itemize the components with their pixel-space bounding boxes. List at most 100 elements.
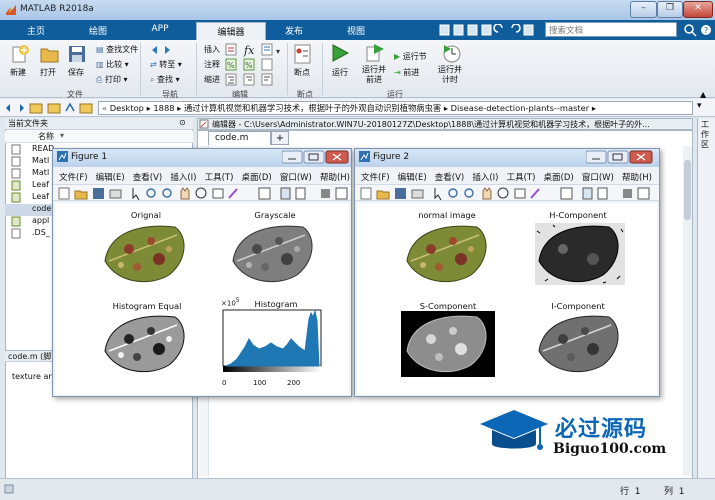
- run-section-button[interactable]: ▶ 运行节: [394, 51, 427, 62]
- run-advance-button[interactable]: [366, 43, 386, 63]
- tab-plots[interactable]: 绘图: [70, 20, 126, 40]
- minimize-button[interactable]: –: [630, 1, 657, 18]
- indent-button[interactable]: 缩进: [204, 74, 220, 85]
- maximize-button[interactable]: ❐: [657, 1, 683, 18]
- file-item[interactable]: READ: [32, 144, 54, 153]
- nav-toolbar-icons[interactable]: [4, 102, 94, 114]
- edit-tool-icons[interactable]: fx ▾ % %: [224, 42, 286, 88]
- quick-access-icons[interactable]: [438, 24, 538, 36]
- print-button[interactable]: ⎙ 打印 ▾: [96, 74, 128, 85]
- run-button[interactable]: [330, 43, 350, 63]
- breadcrumb-separator: ▸: [177, 103, 182, 113]
- watermark-url: Biguo100.com: [553, 441, 667, 457]
- figure-1-window-controls[interactable]: [282, 150, 350, 164]
- breadcrumb-item[interactable]: 1888: [153, 103, 174, 113]
- menu-help[interactable]: 帮助(H): [320, 173, 350, 183]
- save-button[interactable]: [68, 45, 86, 63]
- menu-insert[interactable]: 插入(I): [170, 173, 196, 183]
- tab-apps[interactable]: APP: [132, 20, 188, 40]
- close-button[interactable]: ✕: [683, 1, 713, 18]
- file-item[interactable]: .DS_: [32, 228, 50, 237]
- advance-button[interactable]: ⇥ 前进: [394, 67, 419, 78]
- breakpoints-button[interactable]: [294, 44, 312, 64]
- histogram-exponent-label: ×105: [221, 298, 240, 308]
- menu-edit[interactable]: 编辑(E): [398, 173, 427, 183]
- menu-view[interactable]: 查看(V): [133, 173, 162, 183]
- open-button[interactable]: [40, 45, 60, 63]
- print-icon: ⎙: [96, 75, 105, 84]
- leaf-image-original: [104, 225, 185, 283]
- breadcrumb-item[interactable]: Desktop: [110, 103, 144, 113]
- breakpoints-label: 断点: [294, 68, 310, 77]
- figure-1-toolbar[interactable]: [53, 184, 351, 201]
- run-time-label: 运行并 计时: [438, 65, 462, 84]
- help-icon[interactable]: ?: [700, 24, 712, 36]
- run-time-icon: [443, 45, 461, 63]
- menu-tools[interactable]: 工具(T): [507, 173, 536, 183]
- collapse-ribbon-icon[interactable]: ▲: [700, 90, 706, 99]
- tab-code-m[interactable]: code.m: [208, 131, 271, 145]
- menu-edit[interactable]: 编辑(E): [96, 173, 125, 183]
- panel-menu-icon[interactable]: ⊙: [179, 118, 186, 127]
- menu-window[interactable]: 窗口(W): [582, 173, 614, 183]
- path-breadcrumb[interactable]: « Desktop ▸ 1888 ▸ 通过计算机视觉和机器学习技术，根据叶子的外…: [98, 101, 693, 115]
- add-tab-button[interactable]: +: [271, 131, 289, 145]
- menu-file[interactable]: 文件(F): [361, 173, 390, 183]
- breadcrumb-item[interactable]: 通过计算机视觉和机器学习技术，根据叶子的外观自动识别植物病虫害: [184, 103, 441, 113]
- menu-help[interactable]: 帮助(H): [622, 173, 652, 183]
- name-column-header[interactable]: 名称: [38, 131, 54, 142]
- nav-arrows[interactable]: [150, 44, 178, 56]
- run-advance-label: 运行并 前进: [362, 65, 386, 84]
- menu-file[interactable]: 文件(F): [59, 173, 88, 183]
- divider: [287, 43, 288, 95]
- sort-icon[interactable]: ▾: [60, 131, 64, 140]
- file-item[interactable]: Matl: [32, 156, 49, 165]
- figure-2-menubar[interactable]: 文件(F) 编辑(E) 查看(V) 插入(I) 工具(T) 桌面(D) 窗口(W…: [361, 171, 652, 183]
- tab-editor[interactable]: 编辑器: [196, 22, 266, 40]
- path-dropdown-icon[interactable]: ▾: [697, 101, 702, 111]
- find-button[interactable]: ⌕ 查找 ▾: [150, 74, 180, 85]
- figure-1-menubar[interactable]: 文件(F) 编辑(E) 查看(V) 插入(I) 工具(T) 桌面(D) 窗口(W…: [59, 171, 350, 183]
- figure-2-window[interactable]: Figure 2 文件(F) 编辑(E) 查看(V) 插入(I) 工具(T) 桌…: [354, 148, 660, 397]
- histogram-tick-100: 100: [253, 379, 267, 387]
- figure-2-canvas[interactable]: normal image H-Component S-Component I-C…: [357, 203, 657, 395]
- tab-home[interactable]: 主页: [8, 20, 64, 40]
- breadcrumb-item[interactable]: Disease-detection-plants--master: [451, 103, 590, 113]
- workspace-label[interactable]: 工作区: [699, 120, 711, 150]
- menu-tools[interactable]: 工具(T): [205, 173, 234, 183]
- goto-button[interactable]: ⇄ 转至 ▾: [150, 59, 182, 70]
- search-icon[interactable]: [683, 23, 697, 37]
- histogram-tick-0: 0: [222, 379, 227, 387]
- tab-publish[interactable]: 发布: [266, 20, 322, 40]
- figure-2-window-controls[interactable]: [586, 150, 654, 164]
- file-item[interactable]: Leaf: [32, 180, 49, 189]
- h-component-image: [533, 221, 627, 287]
- insert-button[interactable]: 插入: [204, 44, 220, 55]
- file-item[interactable]: Leaf: [32, 192, 49, 201]
- tab-view[interactable]: 视图: [328, 20, 384, 40]
- menu-view[interactable]: 查看(V): [435, 173, 464, 183]
- menu-insert[interactable]: 插入(I): [472, 173, 498, 183]
- divider: [140, 43, 141, 95]
- leaf-image-histeq: [104, 315, 185, 373]
- new-button[interactable]: [10, 45, 30, 63]
- file-item[interactable]: code: [32, 204, 51, 213]
- menu-window[interactable]: 窗口(W): [280, 173, 312, 183]
- scrollbar-thumb[interactable]: [684, 160, 691, 220]
- comment-button[interactable]: 注释: [204, 59, 220, 70]
- menu-desktop[interactable]: 桌面(D): [544, 173, 574, 183]
- menu-desktop[interactable]: 桌面(D): [242, 173, 272, 183]
- watermark-text: 必过源码: [555, 416, 648, 442]
- figure-2-toolbar[interactable]: [355, 184, 659, 201]
- file-item[interactable]: appl: [32, 216, 49, 225]
- figure-1-window[interactable]: Figure 1 文件(F) 编辑(E) 查看(V) 插入(I) 工具(T) 桌…: [52, 148, 352, 397]
- breadcrumb-separator: ▸: [146, 103, 151, 113]
- run-time-button[interactable]: [442, 43, 462, 63]
- find-files-button[interactable]: ▤ 查找文件: [96, 44, 138, 55]
- file-item[interactable]: Matl: [32, 168, 49, 177]
- workspace-strip[interactable]: [697, 118, 715, 478]
- plot-title-original: Orignal: [130, 210, 162, 220]
- search-input[interactable]: 搜索文档: [545, 22, 677, 37]
- figure-1-canvas[interactable]: Orignal Grayscale Histogram Equal Histog…: [55, 203, 349, 395]
- compare-button[interactable]: ▥ 比较 ▾: [96, 59, 129, 70]
